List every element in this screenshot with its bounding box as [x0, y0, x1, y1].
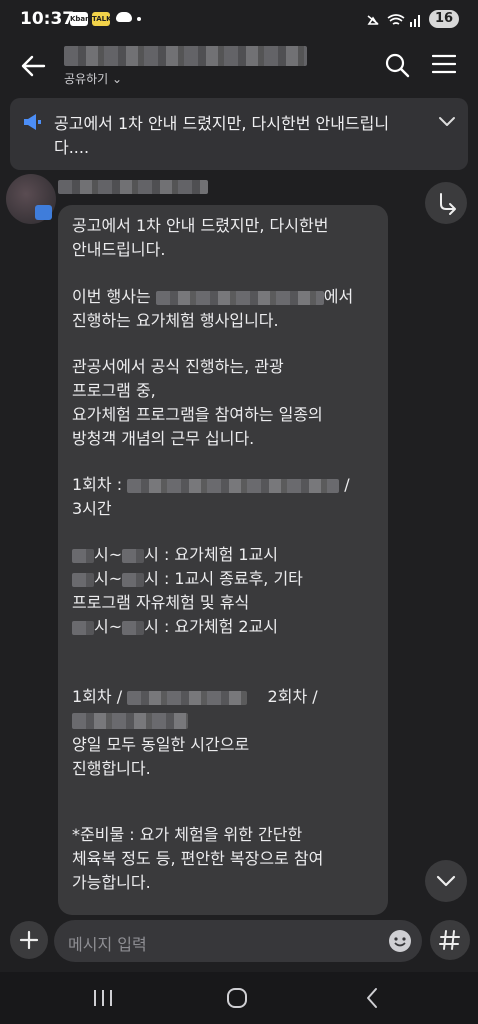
- message-line: *준비물 : 요가 체험을 위한 간단한: [72, 825, 303, 844]
- wifi-icon: [387, 14, 405, 25]
- cloud-icon: [116, 12, 132, 22]
- status-icons: [367, 14, 420, 27]
- battery-indicator: 16: [429, 10, 459, 28]
- attach-button[interactable]: [10, 921, 48, 959]
- message-line: 진행합니다.: [72, 759, 151, 778]
- scroll-down-button[interactable]: [425, 860, 467, 902]
- message-line: 1회차 : /: [72, 475, 350, 494]
- home-icon[interactable]: [226, 987, 248, 1009]
- message-line: 이번 행사는 에서: [72, 287, 354, 306]
- menu-icon[interactable]: [432, 53, 456, 75]
- message-line: 시~ 시 : 1교시 종료후, 기타: [72, 567, 382, 591]
- message-line: 요가체험 프로그램을 참여하는 일종의: [72, 405, 323, 424]
- redacted-text: [155, 290, 324, 305]
- message-line: 프로그램 자유체험 및 휴식: [72, 593, 250, 612]
- chevron-down-icon[interactable]: [438, 116, 456, 128]
- notification-dot-icon: [137, 17, 141, 21]
- talk-badge: TALK: [92, 12, 112, 26]
- message-line: 시~ 시 : 요가체험 1교시: [72, 543, 382, 567]
- sender-name-redacted: [58, 180, 208, 194]
- share-icon: [440, 193, 456, 215]
- search-icon[interactable]: [384, 52, 410, 78]
- hash-icon: [439, 930, 460, 950]
- back-nav-icon[interactable]: [364, 987, 380, 1009]
- system-nav-bar: [0, 972, 478, 1024]
- chevron-down-icon: ⌄: [112, 72, 123, 86]
- message-input-placeholder: 메시지 입력: [68, 935, 147, 954]
- message-line: 프로그램 중,: [72, 381, 156, 400]
- message-line: 1회차 / 2회차 /: [72, 687, 318, 706]
- message-line: 시~ 시 : 요가체험 2교시: [72, 615, 382, 639]
- megaphone-icon: [24, 114, 41, 130]
- redacted-text: [127, 478, 340, 493]
- message-line: 관공서에서 공식 진행하는, 관광: [72, 357, 284, 376]
- hashtag-button[interactable]: [430, 920, 470, 960]
- status-time: 10:37: [20, 9, 75, 29]
- share-button[interactable]: [425, 182, 467, 224]
- chevron-down-icon: [436, 875, 456, 887]
- message-line: 체육복 정도 등, 편안한 복장으로 참여: [72, 849, 324, 868]
- message-line: 양일 모두 동일한 시간으로: [72, 735, 250, 754]
- notice-text: 공고에서 1차 안내 드렸지만, 다시한번 안내드립니다....: [54, 114, 390, 157]
- recent-apps-icon[interactable]: [92, 988, 114, 1008]
- message-line: 공고에서 1차 안내 드렸지만, 다시한번: [72, 216, 329, 235]
- share-label: 공유하기: [64, 72, 109, 86]
- message-line: 방청객 개념의 근무 십니다.: [72, 429, 255, 448]
- signal-icon: [418, 15, 420, 27]
- avatar-badge-icon: [35, 205, 52, 220]
- share-dropdown[interactable]: 공유하기 ⌄: [64, 70, 122, 87]
- redacted-text: [72, 713, 188, 729]
- kbank-badge: Kbank: [70, 12, 95, 26]
- mute-icon: [367, 15, 379, 25]
- message-line: 3시간: [72, 499, 112, 518]
- chat-title-redacted: [64, 46, 307, 66]
- status-bar: 10:37 Kbank TALK 16: [0, 0, 478, 40]
- back-arrow-icon[interactable]: [20, 54, 46, 78]
- message-line: 진행하는 요가체험 행사입니다.: [72, 311, 279, 330]
- message-line: 안내드립니다.: [72, 240, 166, 259]
- plus-icon: [19, 930, 39, 950]
- emoji-icon[interactable]: [387, 928, 413, 954]
- message-line: 가능합니다.: [72, 873, 151, 892]
